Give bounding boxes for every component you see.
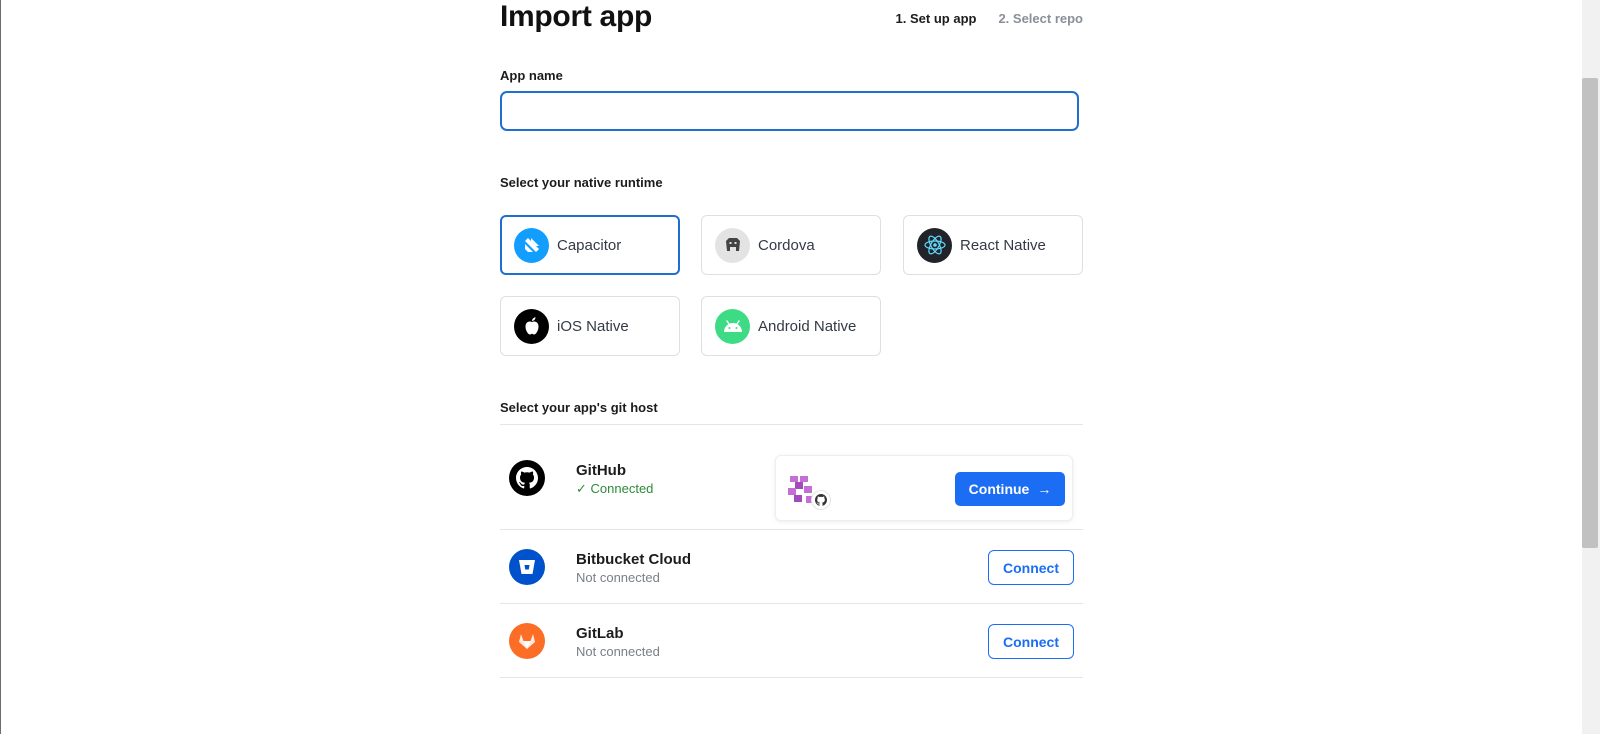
runtime-option-label: React Native [960,236,1046,254]
git-host-name: GitHub [576,462,626,479]
runtime-option-android-native[interactable]: Android Native [701,296,881,356]
git-host-status-text: Connected [590,481,654,496]
gitlab-icon [509,623,545,659]
import-app-form: Import app 1. Set up app 2. Select repo … [500,0,1083,734]
stepper: 1. Set up app 2. Select repo [896,11,1083,26]
capacitor-icon [514,227,549,263]
git-host-name: GitLab [576,625,624,642]
runtime-option-react-native[interactable]: React Native [903,215,1083,275]
git-host-label: Select your app's git host [500,400,658,415]
runtime-label: Select your native runtime [500,175,663,190]
apple-icon [514,308,549,344]
bitbucket-icon [509,549,545,585]
git-host-status: Not connected [576,644,660,659]
cordova-icon [715,227,750,263]
github-icon [812,491,830,509]
git-host-row-bitbucket: Bitbucket Cloud Not connected Connect [500,530,1083,603]
runtime-option-label: Cordova [758,236,815,254]
connect-gitlab-button[interactable]: Connect [988,624,1074,659]
app-name-label: App name [500,68,563,83]
runtime-option-capacitor[interactable]: Capacitor [500,215,680,275]
git-host-status: Not connected [576,570,660,585]
connect-bitbucket-button[interactable]: Connect [988,550,1074,585]
step-setup-app: 1. Set up app [895,11,977,26]
page-title: Import app [500,0,652,33]
runtime-option-cordova[interactable]: Cordova [701,215,881,275]
check-icon: ✓ [576,481,587,496]
git-host-name: Bitbucket Cloud [576,551,691,568]
app-name-input[interactable] [500,91,1079,131]
runtime-option-label: iOS Native [557,317,629,335]
scrollbar-thumb[interactable] [1582,78,1598,548]
continue-button[interactable]: Continue → [955,472,1065,506]
github-account-card[interactable]: Continue → [775,455,1073,521]
github-icon [509,460,545,496]
scrollbar-track[interactable] [1582,0,1600,734]
git-host-status: ✓ Connected [576,481,653,497]
git-host-row-gitlab: GitLab Not connected Connect [500,604,1083,677]
runtime-option-label: Android Native [758,317,857,335]
step-select-repo: 2. Select repo [998,11,1083,26]
react-icon [917,227,952,263]
runtime-option-label: Capacitor [557,236,622,254]
arrow-right-icon: → [1037,481,1052,497]
continue-button-label: Continue [968,481,1030,497]
window-left-edge [0,0,1,734]
runtime-option-ios-native[interactable]: iOS Native [500,296,680,356]
divider [500,677,1083,678]
android-icon [715,308,750,344]
